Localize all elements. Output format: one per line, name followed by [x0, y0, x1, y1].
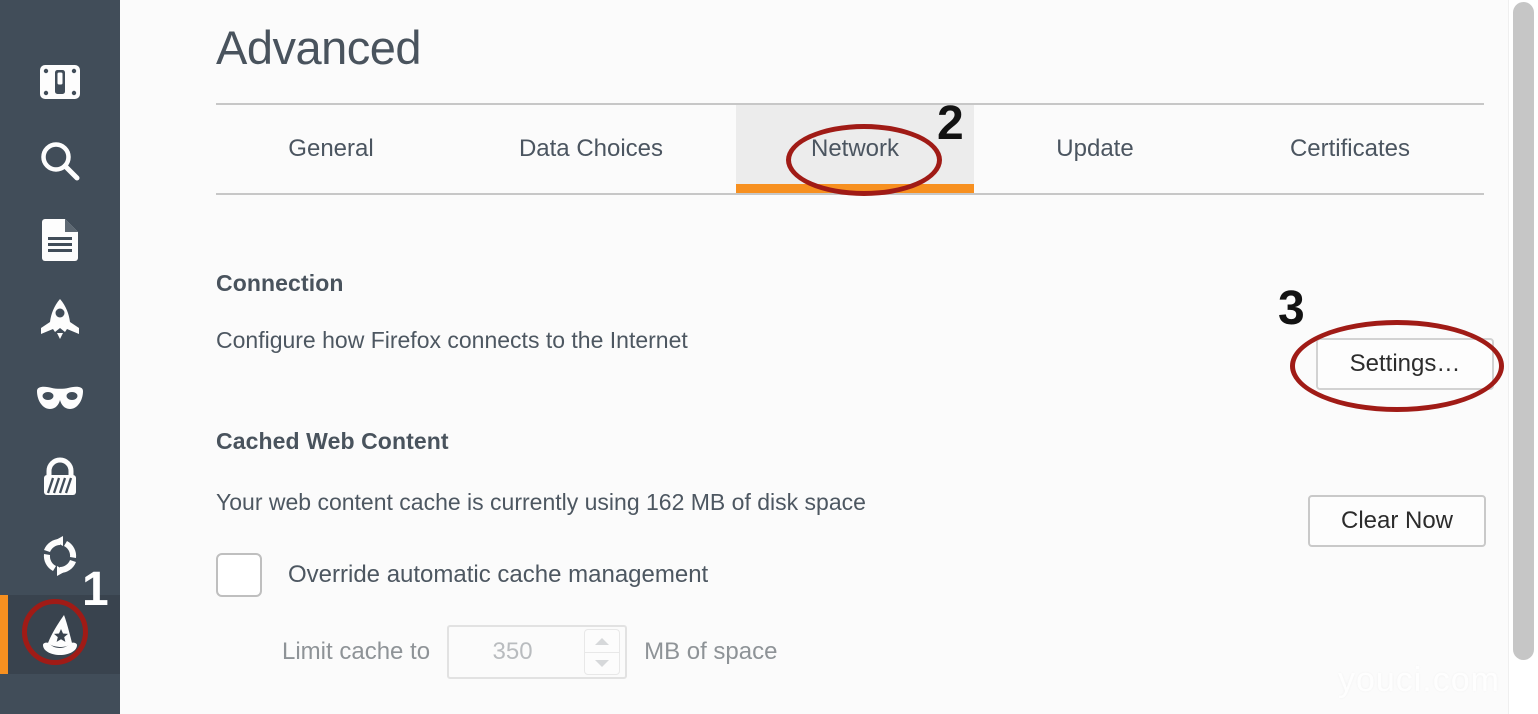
preferences-window: Advanced General Data Choices Network Up…	[0, 0, 1538, 714]
sidebar	[0, 0, 120, 714]
sidebar-item-applications[interactable]	[0, 279, 120, 358]
limit-cache-stepper[interactable]: 350	[447, 625, 628, 680]
stepper-buttons	[584, 629, 621, 676]
limit-cache-prefix: Limit cache to	[282, 638, 431, 666]
tab-certificates[interactable]: Certificates	[1216, 105, 1484, 193]
tab-label: Data Choices	[518, 135, 664, 163]
cached-web-content-section: Cached Web Content Your web content cach…	[216, 428, 1538, 680]
stepper-decrement-button[interactable]	[584, 652, 621, 676]
tab-label: Certificates	[1289, 135, 1411, 163]
chevron-down-icon	[595, 660, 610, 668]
vertical-scrollbar-track[interactable]	[1508, 0, 1538, 714]
sidebar-item-advanced[interactable]	[0, 595, 120, 674]
page-title: Advanced	[216, 21, 422, 74]
override-cache-row: Override automatic cache management	[216, 553, 1538, 598]
stepper-increment-button[interactable]	[584, 629, 621, 653]
tab-label: General	[288, 135, 374, 163]
sidebar-item-sync[interactable]	[0, 516, 120, 595]
tabstrip: General Data Choices Network Update Cert…	[216, 103, 1484, 196]
rocket-icon	[37, 298, 83, 340]
sidebar-item-security[interactable]	[0, 437, 120, 516]
tab-network[interactable]: Network	[736, 105, 974, 194]
tab-label: Update	[1056, 135, 1134, 163]
wizard-hat-icon	[37, 613, 83, 657]
limit-cache-suffix: MB of space	[644, 638, 778, 666]
connection-settings-button[interactable]: Settings…	[1316, 338, 1494, 390]
sidebar-item-search[interactable]	[0, 121, 120, 200]
tab-update[interactable]: Update	[974, 105, 1216, 193]
mask-icon	[35, 385, 85, 411]
tab-data-choices[interactable]: Data Choices	[446, 105, 736, 193]
sidebar-item-content-blocking[interactable]	[0, 42, 120, 121]
main-content: Advanced General Data Choices Network Up…	[120, 0, 1538, 714]
chevron-up-icon	[595, 637, 610, 645]
vertical-scrollbar-thumb[interactable]	[1513, 2, 1534, 660]
cache-heading: Cached Web Content	[216, 428, 449, 455]
sidebar-item-privacy[interactable]	[0, 358, 120, 437]
document-icon	[41, 218, 79, 262]
limit-cache-value[interactable]: 350	[449, 638, 584, 666]
lock-icon	[39, 456, 81, 498]
sidebar-item-content[interactable]	[0, 200, 120, 279]
tab-general[interactable]: General	[216, 105, 446, 193]
content-blocking-icon	[39, 64, 81, 100]
sync-icon	[38, 535, 82, 577]
override-cache-label: Override automatic cache management	[288, 561, 709, 589]
connection-heading: Connection	[216, 270, 344, 297]
clear-cache-now-button[interactable]: Clear Now	[1308, 495, 1486, 547]
tab-label: Network	[810, 135, 900, 163]
search-icon	[39, 140, 81, 182]
override-cache-checkbox[interactable]	[216, 553, 262, 598]
limit-cache-row: Limit cache to 350 MB of space	[282, 625, 1538, 680]
